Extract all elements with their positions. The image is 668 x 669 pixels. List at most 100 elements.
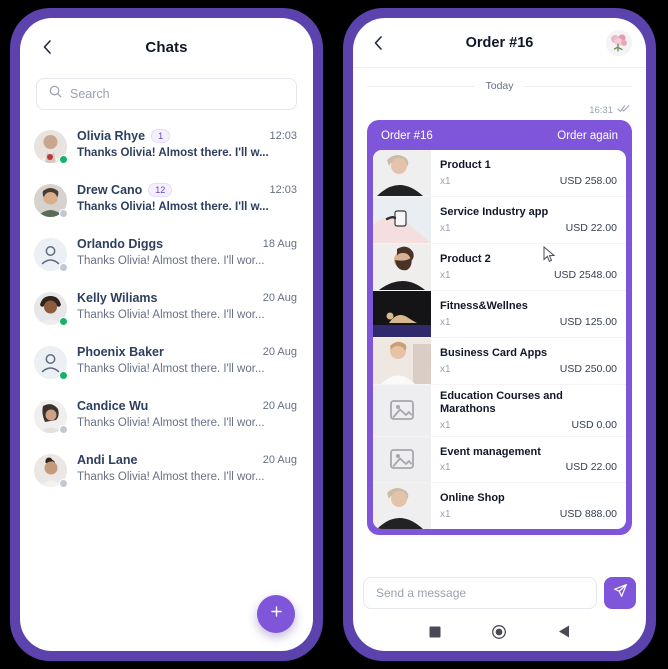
list-item[interactable]: Kelly Wiliams 20 Aug Thanks Olivia! Almo… [20,284,313,338]
day-label: Today [485,80,514,92]
product-name: Online Shop [440,492,505,505]
order-item-row[interactable]: Fitness&Wellnes x1 USD 125.00 [373,291,626,338]
product-name: Fitness&Wellnes [440,300,528,313]
chats-screen: Chats Search Olivia Rhye 1 12:03 Thanks … [20,18,313,651]
product-name: Event management [440,445,541,458]
order-again-button[interactable]: Order again [557,130,618,142]
chat-timestamp: 12:03 [269,130,297,142]
product-thumbnail [373,197,431,243]
product-qty-price: x1 USD 2548.00 [440,269,617,281]
chat-header-line: Orlando Diggs 18 Aug [77,237,297,251]
search-container: Search [20,76,313,120]
chat-list[interactable]: Olivia Rhye 1 12:03 Thanks Olivia! Almos… [20,120,313,651]
product-qty: x1 [440,508,451,520]
order-items-list: Product 1 x1 USD 258.00 Service Industry… [373,150,626,529]
product-price: USD 0.00 [571,418,617,431]
order-item-row[interactable]: Education Courses and Marathons x1 USD 0… [373,385,626,437]
separator-line-right [523,85,632,87]
chat-preview: Thanks Olivia! Almost there. I'll w... [77,147,269,159]
order-item-row[interactable]: Product 1 x1 USD 258.00 [373,150,626,197]
separator-line-left [367,85,476,87]
list-item[interactable]: Drew Cano 12 12:03 Thanks Olivia! Almost… [20,176,313,230]
contact-name: Olivia Rhye [77,129,146,143]
screenshot-stage: Chats Search Olivia Rhye 1 12:03 Thanks … [0,0,668,669]
unread-badge: 12 [148,183,173,197]
message-placeholder: Send a message [376,586,467,600]
day-separator: Today [367,80,632,92]
product-name: Education Courses and Marathons [440,390,563,416]
list-item[interactable]: Orlando Diggs 18 Aug Thanks Olivia! Almo… [20,230,313,284]
chevron-left-icon[interactable] [367,32,389,54]
product-qty-price: x1 USD 258.00 [440,175,617,187]
avatar [34,292,68,326]
list-item[interactable]: Olivia Rhye 1 12:03 Thanks Olivia! Almos… [20,122,313,176]
product-name: Product 1 [440,159,491,172]
list-item[interactable]: Phoenix Baker 20 Aug Thanks Olivia! Almo… [20,338,313,392]
order-item-row[interactable]: Event management x1 USD 22.00 [373,436,626,483]
chat-preview: Thanks Olivia! Almost there. I'll wor... [77,309,265,321]
contact-name: Phoenix Baker [77,345,164,359]
contact-name: Orlando Diggs [77,237,164,251]
triangle-back-icon[interactable] [558,625,570,643]
message-timestamp: 16:31 [589,104,613,116]
order-appbar: Order #16 [353,18,646,68]
double-check-icon [617,104,630,116]
order-card[interactable]: Order #16 Order again Product 1 x1 USD 2… [367,120,632,535]
search-icon [49,85,62,103]
order-item-info: Service Industry app x1 USD 22.00 [440,197,626,243]
unread-badge: 1 [151,129,171,143]
send-paper-plane-icon [613,583,628,603]
avatar [34,454,68,488]
square-icon[interactable] [429,625,441,643]
product-name: Product 2 [440,253,491,266]
chats-appbar: Chats [20,18,313,76]
plus-icon [269,604,284,624]
product-qty-price: x1 USD 125.00 [440,316,617,328]
list-item[interactable]: Andi Lane 20 Aug Thanks Olivia! Almost t… [20,446,313,500]
send-button[interactable] [604,577,636,609]
order-item-row[interactable]: Business Card Apps x1 USD 250.00 [373,338,626,385]
left-phone-frame: Chats Search Olivia Rhye 1 12:03 Thanks … [10,8,323,661]
chat-header-line: Andi Lane 20 Aug [77,453,297,467]
order-item-info: Online Shop x1 USD 888.00 [440,483,626,529]
product-thumbnail [373,291,431,337]
product-thumbnail [373,150,431,196]
chat-preview: Thanks Olivia! Almost there. I'll wor... [77,471,265,483]
product-qty-price: x1 USD 888.00 [440,508,617,520]
product-qty-price: x1 USD 22.00 [440,222,617,234]
chevron-left-icon[interactable] [36,36,58,58]
avatar [34,184,68,218]
chat-header-line: Drew Cano 12 12:03 [77,183,297,197]
message-input[interactable]: Send a message [363,577,597,609]
flower-bouquet-avatar[interactable] [606,29,632,56]
product-thumbnail [373,482,431,529]
conversation-area: Today 16:31 Order #16 Order again Produc… [353,68,646,569]
order-item-info: Education Courses and Marathons x1 USD 0… [440,385,626,436]
avatar [34,400,68,434]
chat-preview: Thanks Olivia! Almost there. I'll wor... [77,363,265,375]
chat-content: Candice Wu 20 Aug Thanks Olivia! Almost … [77,399,297,429]
circle-icon[interactable] [492,624,507,644]
product-name: Service Industry app [440,206,549,219]
product-thumbnail [373,244,431,290]
status-dot-offline [59,479,68,488]
product-price: USD 22.00 [565,461,617,474]
list-item[interactable]: Candice Wu 20 Aug Thanks Olivia! Almost … [20,392,313,446]
status-dot-offline [59,209,68,218]
chat-timestamp: 12:03 [269,184,297,196]
status-dot-offline [59,425,68,434]
chat-preview: Thanks Olivia! Almost there. I'll w... [77,201,269,213]
product-price: USD 2548.00 [553,268,617,281]
status-dot-online [59,371,68,380]
order-item-row[interactable]: Online Shop x1 USD 888.00 [373,482,626,529]
chat-timestamp: 20 Aug [262,454,297,466]
product-qty: x1 [440,175,451,187]
chat-content: Orlando Diggs 18 Aug Thanks Olivia! Almo… [77,237,297,267]
new-chat-fab-button[interactable] [257,595,295,633]
chat-preview: Thanks Olivia! Almost there. I'll wor... [77,255,265,267]
contact-name: Kelly Wiliams [77,291,158,305]
order-item-row[interactable]: Product 2 x1 USD 2548.00 [373,244,626,291]
order-item-row[interactable]: Service Industry app x1 USD 22.00 [373,197,626,244]
avatar [34,346,68,380]
search-input[interactable]: Search [36,78,297,110]
